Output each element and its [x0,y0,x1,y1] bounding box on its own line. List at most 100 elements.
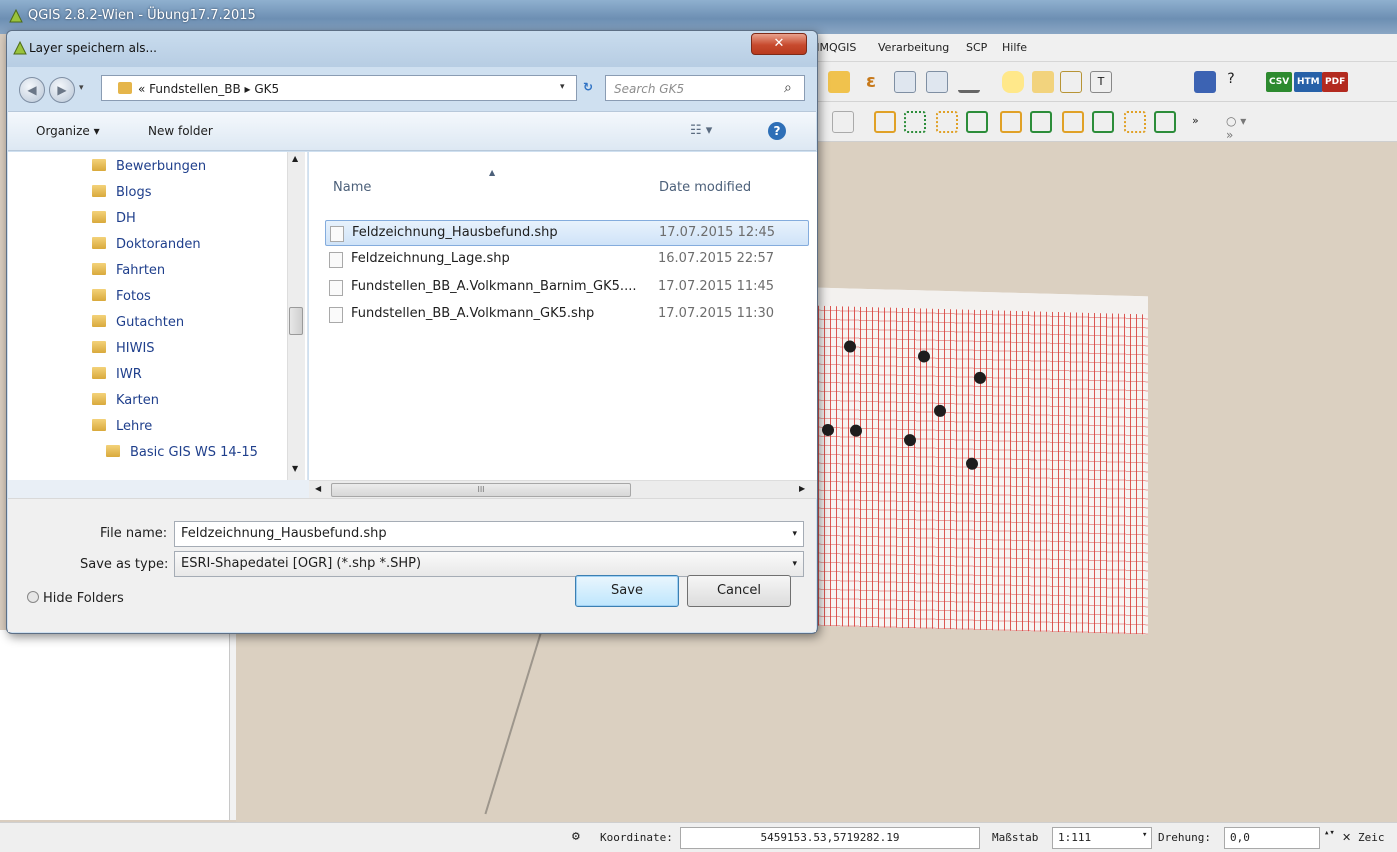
breadcrumb[interactable]: « Fundstellen_BB ▸ GK5 [138,82,279,96]
back-icon[interactable]: ◀ [19,77,45,103]
nav-folder[interactable]: Fahrten [92,260,165,282]
nav-folder[interactable]: Blogs [92,182,152,204]
scroll-right-icon[interactable]: ▶ [799,484,805,493]
nav-folder[interactable]: Doktoranden [92,234,201,256]
annotation-icon[interactable] [1002,71,1024,93]
toolbar-overflow-icon[interactable]: » [1192,114,1214,136]
file-row[interactable]: Feldzeichnung_Hausbefund.shp 17.07.2015 … [325,220,809,246]
file-icon [330,226,344,242]
scroll-up-icon[interactable]: ▲ [292,154,298,163]
file-row[interactable]: Feldzeichnung_Lage.shp 16.07.2015 22:57 [325,247,809,273]
column-header-date[interactable]: Date modified [659,180,751,195]
circle-tool-icon[interactable]: ○ ▾ » [1226,114,1248,142]
menu-scp[interactable]: SCP [966,41,987,54]
refresh-icon[interactable]: ↻ [575,75,601,101]
coordinate-toggle-icon[interactable]: ⚙ [572,829,580,844]
delete-ring-icon[interactable] [1000,111,1022,133]
pdf-export-icon[interactable]: PDF [1322,72,1349,92]
cancel-button[interactable]: Cancel [687,575,791,607]
help-icon[interactable] [1194,71,1216,93]
horizontal-scrollbar[interactable]: ◀ III ▶ [309,480,817,498]
file-row[interactable]: Fundstellen_BB_A.Volkmann_Barnim_GK5....… [325,275,809,301]
hide-folders-button[interactable]: Hide Folders [27,591,124,606]
map-feature [966,457,978,470]
save-type-dropdown-icon[interactable]: ▾ [792,552,797,576]
map-raster-layer [818,287,1148,635]
coordinate-field[interactable]: 5459153.53,5719282.19 [680,827,980,849]
column-header-name[interactable]: Name [333,180,371,195]
nav-folder[interactable]: HIWIS [92,338,155,360]
file-list[interactable]: Name ▲ Date modified Feldzeichnung_Hausb… [309,152,817,480]
file-icon [329,280,343,296]
delete-part-icon[interactable] [1030,111,1052,133]
scroll-left-icon[interactable]: ◀ [315,484,321,493]
search-icon[interactable]: ⌕ [784,80,792,96]
label-icon[interactable] [1032,71,1054,93]
merge-icon[interactable] [1154,111,1176,133]
command-bar: Organize ▾ New folder ☷ ▾ ? [8,111,816,151]
move-feature-icon[interactable] [904,111,926,133]
table-icon[interactable] [894,71,916,93]
map-feature [850,424,862,437]
csv-export-icon[interactable]: CSV [1266,72,1293,92]
nav-folder[interactable]: Bewerbungen [92,156,206,178]
navigation-pane[interactable]: Bewerbungen Blogs DH Doktoranden Fahrten… [8,152,308,480]
search-input[interactable]: Search GK5 ⌕ [605,75,805,101]
folder-icon [92,237,106,249]
address-bar[interactable]: « Fundstellen_BB ▸ GK5 ▾ [101,75,577,101]
file-row[interactable]: Fundstellen_BB_A.Volkmann_GK5.shp 17.07.… [325,302,809,328]
file-name-field[interactable]: Feldzeichnung_Hausbefund.shp ▾ [174,521,804,547]
simplify-icon[interactable] [1124,111,1146,133]
layer-style-icon[interactable] [828,71,850,93]
offset-curve-icon[interactable] [1092,111,1114,133]
new-folder-button[interactable]: New folder [148,124,213,138]
nav-folder[interactable]: Karten [92,390,159,412]
rotation-spinner-icon[interactable]: ▴▾ [1324,828,1335,838]
scale-dropdown-icon[interactable]: ▾ [1142,830,1147,840]
whats-this-icon[interactable]: ? [1220,71,1242,93]
dialog-titlebar[interactable]: Layer speichern als... ✕ [7,31,817,67]
text-icon[interactable]: T [1090,71,1112,93]
reshape-icon[interactable] [1062,111,1084,133]
nav-folder[interactable]: Lehre [92,416,152,438]
render-toggle-icon[interactable]: ✕ [1342,831,1351,844]
add-part-icon[interactable] [966,111,988,133]
nav-folder[interactable]: Fotos [92,286,151,308]
forward-icon[interactable]: ▶ [49,77,75,103]
expression-icon[interactable]: ε [860,71,882,93]
layer-panel[interactable] [0,630,230,820]
app-title: QGIS 2.8.2-Wien - Übung17.7.2015 [28,8,256,23]
folder-icon [92,419,106,431]
nav-folder[interactable]: Gutachten [92,312,184,334]
address-dropdown-icon[interactable]: ▾ [560,82,565,92]
recent-dropdown-icon[interactable]: ▾ [79,83,84,93]
map-feature [918,350,930,363]
menu-hilfe[interactable]: Hilfe [1002,41,1027,54]
horizontal-scroll-thumb[interactable]: III [331,483,631,497]
view-options-icon[interactable]: ☷ ▾ [690,123,712,138]
nav-folder[interactable]: DH [92,208,136,230]
label-pin-icon[interactable] [1060,71,1082,93]
search-placeholder: Search GK5 [614,82,685,96]
nav-folder[interactable]: Basic GIS WS 14-15 [106,442,258,464]
save-button[interactable]: Save [575,575,679,607]
html-export-icon[interactable]: HTM [1294,72,1323,92]
statistics-icon[interactable] [926,71,948,93]
help-icon[interactable]: ? [768,122,786,140]
file-name-dropdown-icon[interactable]: ▾ [792,522,797,546]
organize-button[interactable]: Organize ▾ [36,124,100,138]
save-type-select[interactable]: ESRI-Shapedatei [OGR] (*.shp *.SHP) ▾ [174,551,804,577]
folder-icon [92,289,106,301]
nav-folder[interactable]: IWR [92,364,142,386]
scale-field[interactable]: 1:111 [1052,827,1152,849]
add-ring-icon[interactable] [936,111,958,133]
scroll-down-icon[interactable]: ▼ [292,464,298,473]
node-tool-icon[interactable] [874,111,896,133]
rotation-field[interactable]: 0,0 [1224,827,1320,849]
measure-icon[interactable] [958,71,980,93]
nav-scroll-thumb[interactable] [289,307,303,335]
close-button[interactable]: ✕ [751,33,807,55]
split-icon[interactable] [832,111,854,133]
menu-verarbeitung[interactable]: Verarbeitung [878,41,949,54]
app-titlebar: QGIS 2.8.2-Wien - Übung17.7.2015 [0,0,1397,34]
